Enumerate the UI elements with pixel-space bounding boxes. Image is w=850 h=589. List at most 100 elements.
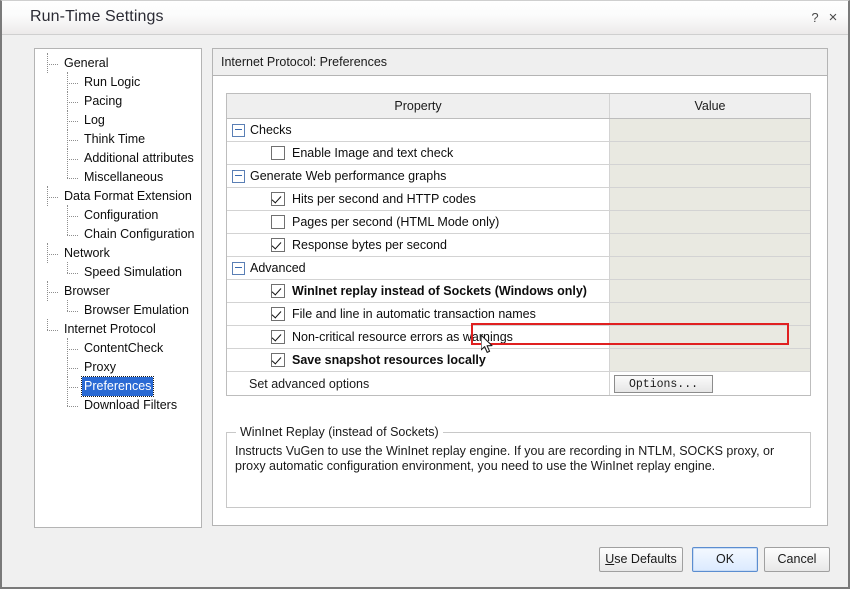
checkbox-label: Response bytes per second [292, 238, 447, 252]
value-cell [610, 211, 810, 233]
sidebar-item-network[interactable]: Network [35, 243, 201, 263]
title-bar: Run-Time Settings ? × [2, 1, 848, 35]
sidebar-item-additional-attributes[interactable]: Additional attributes [35, 148, 201, 168]
checkbox-label: Non-critical resource errors as warnings [292, 330, 513, 344]
value-cell [610, 165, 810, 187]
sidebar-item-label: Network [64, 246, 110, 260]
sidebar-item-chain-configuration[interactable]: Chain Configuration [35, 224, 201, 244]
sidebar-item-general[interactable]: General [35, 53, 201, 73]
property-cell: Save snapshot resources locally [227, 349, 610, 371]
settings-tree[interactable]: General Run Logic Pacing Log Think Time Addit… [34, 48, 202, 528]
sidebar-item-label: ContentCheck [84, 341, 164, 355]
group-row-generate-web-performance-graphs[interactable]: Generate Web performance graphs [227, 165, 810, 188]
value-cell [610, 326, 810, 348]
checkbox-row-file-and-line-in-automatic-transaction-names[interactable]: File and line in automatic transaction n… [227, 303, 810, 326]
property-cell: Hits per second and HTTP codes [227, 188, 610, 210]
sidebar-item-label: Data Format Extension [64, 189, 192, 203]
collapse-minus-icon[interactable] [232, 261, 245, 275]
column-header-property: Property [227, 94, 610, 118]
sidebar-item-speed-simulation[interactable]: Speed Simulation [35, 262, 201, 282]
sidebar-item-configuration[interactable]: Configuration [35, 205, 201, 225]
checkbox-row-hits-per-second-and-http-codes[interactable]: Hits per second and HTTP codes [227, 188, 810, 211]
property-grid[interactable]: Property Value Checks Enable Image and te… [226, 93, 811, 396]
property-cell: WinInet replay instead of Sockets (Windo… [227, 280, 610, 302]
column-header-value: Value [610, 94, 810, 118]
checkbox-row-wininet-replay-instead-of-sockets-windows-only[interactable]: WinInet replay instead of Sockets (Windo… [227, 280, 810, 303]
sidebar-item-label: Proxy [84, 360, 116, 374]
sidebar-item-label: Preferences [80, 376, 155, 397]
checkbox-response-bytes-per-second[interactable] [271, 238, 285, 252]
value-cell: Options... [610, 372, 810, 395]
checkbox-enable-image-and-text-check[interactable] [271, 146, 285, 160]
group-row-advanced[interactable]: Advanced [227, 257, 810, 280]
checkbox-row-pages-per-second-html-mode-only[interactable]: Pages per second (HTML Mode only) [227, 211, 810, 234]
sidebar-item-miscellaneous[interactable]: Miscellaneous [35, 167, 201, 187]
panel-header-title: Internet Protocol: Preferences [213, 49, 827, 76]
option-row-set-advanced-options[interactable]: Set advanced options Options... [227, 372, 810, 395]
preferences-panel: Internet Protocol: Preferences Property … [212, 48, 828, 526]
checkbox-hits-per-second-and-http-codes[interactable] [271, 192, 285, 206]
checkbox-row-response-bytes-per-second[interactable]: Response bytes per second [227, 234, 810, 257]
checkbox-file-and-line-in-automatic-transaction-names[interactable] [271, 307, 285, 321]
checkbox-non-critical-resource-errors-as-warnings[interactable] [271, 330, 285, 344]
sidebar-item-log[interactable]: Log [35, 110, 201, 130]
value-cell [610, 234, 810, 256]
checkbox-save-snapshot-resources-locally[interactable] [271, 353, 285, 367]
sidebar-item-proxy[interactable]: Proxy [35, 357, 201, 377]
value-cell [610, 188, 810, 210]
checkbox-wininet-replay-instead-of-sockets-windows-only[interactable] [271, 284, 285, 298]
checkbox-row-save-snapshot-resources-locally[interactable]: Save snapshot resources locally [227, 349, 810, 372]
sidebar-item-internet-protocol[interactable]: Internet Protocol [35, 319, 201, 339]
sidebar-item-download-filters[interactable]: Download Filters [35, 395, 201, 415]
close-icon[interactable]: × [824, 9, 842, 27]
sidebar-item-contentcheck[interactable]: ContentCheck [35, 338, 201, 358]
sidebar-item-think-time[interactable]: Think Time [35, 129, 201, 149]
property-cell: Non-critical resource errors as warnings [227, 326, 610, 348]
property-grid-body: Checks Enable Image and text check Generat… [227, 119, 810, 395]
checkbox-label: Hits per second and HTTP codes [292, 192, 476, 206]
checkbox-label: Pages per second (HTML Mode only) [292, 215, 500, 229]
help-icon[interactable]: ? [806, 9, 824, 27]
advanced-options-button[interactable]: Options... [614, 374, 714, 393]
sidebar-item-browser[interactable]: Browser [35, 281, 201, 301]
sidebar-item-label: Browser Emulation [84, 303, 189, 317]
property-cell: Advanced [227, 257, 610, 279]
collapse-minus-icon[interactable] [232, 123, 245, 137]
property-grid-header: Property Value [227, 94, 810, 119]
group-row-checks[interactable]: Checks [227, 119, 810, 142]
checkbox-row-non-critical-resource-errors-as-warnings[interactable]: Non-critical resource errors as warnings [227, 326, 810, 349]
group-label: Advanced [250, 261, 306, 275]
value-cell [610, 119, 810, 141]
sidebar-item-label: Browser [64, 284, 110, 298]
checkbox-label: WinInet replay instead of Sockets (Windo… [292, 284, 587, 298]
sidebar-item-label: Chain Configuration [84, 227, 195, 241]
sidebar-item-label: Internet Protocol [64, 322, 156, 336]
sidebar-item-pacing[interactable]: Pacing [35, 91, 201, 111]
description-legend: WinInet Replay (instead of Sockets) [236, 425, 443, 439]
checkbox-row-enable-image-and-text-check[interactable]: Enable Image and text check [227, 142, 810, 165]
value-cell [610, 257, 810, 279]
property-cell: Generate Web performance graphs [227, 165, 610, 187]
sidebar-item-label: Run Logic [84, 75, 141, 89]
group-label: Generate Web performance graphs [250, 169, 447, 183]
cancel-button[interactable]: Cancel [764, 547, 830, 572]
sidebar-item-label: Log [84, 113, 105, 127]
sidebar-item-label: General [64, 56, 109, 70]
sidebar-item-preferences[interactable]: Preferences [35, 376, 201, 397]
value-cell [610, 303, 810, 325]
use-defaults-button[interactable]: Use Defaults [599, 547, 683, 572]
checkbox-pages-per-second-html-mode-only[interactable] [271, 215, 285, 229]
sidebar-item-browser-emulation[interactable]: Browser Emulation [35, 300, 201, 320]
description-text: Instructs VuGen to use the WinInet repla… [235, 444, 775, 473]
use-defaults-mnemonic: U [605, 552, 615, 566]
collapse-minus-icon[interactable] [232, 169, 245, 183]
sidebar-item-label: Speed Simulation [84, 265, 182, 279]
sidebar-item-label: Pacing [84, 94, 123, 108]
option-label: Set advanced options [249, 376, 370, 391]
ok-button[interactable]: OK [692, 547, 758, 572]
sidebar-item-run-logic[interactable]: Run Logic [35, 72, 201, 92]
description-groupbox: WinInet Replay (instead of Sockets) Inst… [226, 425, 811, 508]
sidebar-item-data-format-extension[interactable]: Data Format Extension [35, 186, 201, 206]
run-time-settings-dialog: Run-Time Settings ? × General Run Logic Pa… [0, 0, 850, 589]
use-defaults-label: se Defaults [614, 552, 677, 566]
